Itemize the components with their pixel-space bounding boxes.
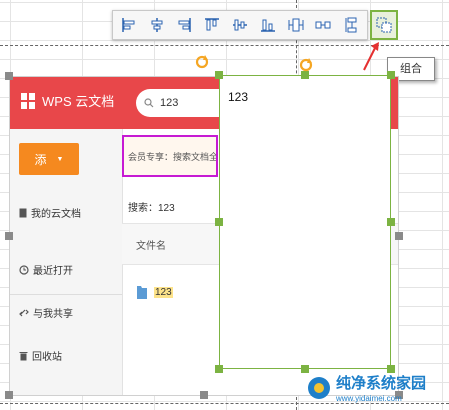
promo-text: 会员专享：搜索文档全文 bbox=[128, 151, 218, 162]
textbox-text: 123 bbox=[228, 90, 249, 104]
file-row[interactable]: 123 bbox=[136, 284, 173, 300]
sidebar-item-label: 回收站 bbox=[32, 352, 62, 363]
wps-logo-icon bbox=[21, 92, 35, 109]
page-break-horizontal-bottom bbox=[0, 403, 449, 404]
distribute-vertical-button[interactable] bbox=[311, 13, 335, 37]
resize-handle[interactable] bbox=[215, 71, 223, 79]
resize-handle[interactable] bbox=[200, 391, 208, 399]
file-name: 123 bbox=[154, 286, 173, 298]
new-button-label: 添 bbox=[34, 152, 47, 167]
new-button[interactable]: 添 ▼ bbox=[19, 143, 79, 175]
resize-handle[interactable] bbox=[387, 71, 395, 79]
search-result-label: 搜索：123 bbox=[128, 203, 175, 214]
document-icon bbox=[19, 208, 27, 217]
sidebar-item-label: 最近打开 bbox=[33, 266, 73, 277]
resize-handle[interactable] bbox=[301, 71, 309, 79]
red-arrow-icon bbox=[363, 42, 379, 71]
search-icon bbox=[144, 98, 154, 108]
rotate-handle-icon[interactable] bbox=[299, 58, 313, 72]
trash-icon bbox=[19, 351, 28, 360]
member-promo-banner[interactable]: 会员专享：搜索文档全文 bbox=[122, 135, 218, 177]
selected-textbox[interactable]: 123 bbox=[219, 75, 391, 369]
sidebar-item-shared[interactable]: 与我共享 bbox=[19, 305, 73, 320]
align-right-icon bbox=[178, 18, 192, 32]
sidebar-item-recent[interactable]: 最近打开 bbox=[19, 262, 73, 277]
caret-down-icon: ▼ bbox=[56, 155, 64, 163]
align-toolbar bbox=[112, 10, 368, 40]
align-middle-vertical-icon bbox=[233, 19, 248, 31]
sidebar: 添 ▼ 我的云文档 最近打开 与我共享 回收站 bbox=[10, 129, 123, 395]
align-left-button[interactable] bbox=[117, 13, 141, 37]
header-right-edge bbox=[394, 77, 398, 129]
align-right-button[interactable] bbox=[173, 13, 197, 37]
wps-logo: WPS 云文档 bbox=[20, 91, 114, 110]
align-center-horizontal-icon bbox=[151, 18, 163, 32]
align-top-button[interactable] bbox=[200, 13, 224, 37]
resize-handle[interactable] bbox=[5, 72, 13, 80]
watermark-logo: 纯净系统家园 www.yidaimei.com bbox=[306, 372, 426, 403]
align-bottom-button[interactable] bbox=[256, 13, 280, 37]
rotate-handle-icon[interactable] bbox=[195, 55, 209, 69]
align-middle-vertical-button[interactable] bbox=[228, 13, 252, 37]
align-center-horizontal-button[interactable] bbox=[145, 13, 169, 37]
resize-handle[interactable] bbox=[5, 391, 13, 399]
distribute-vertical-button-2[interactable] bbox=[339, 13, 363, 37]
watermark-url: www.yidaimei.com bbox=[336, 394, 402, 403]
align-bottom-icon bbox=[260, 19, 275, 32]
sidebar-item-my-docs[interactable]: 我的云文档 bbox=[19, 205, 81, 220]
sidebar-divider bbox=[10, 294, 122, 295]
link-icon bbox=[19, 309, 29, 316]
resize-handle[interactable] bbox=[215, 365, 223, 373]
column-filename: 文件名 bbox=[136, 241, 166, 252]
sidebar-item-label: 与我共享 bbox=[33, 309, 73, 320]
distribute-horizontal-icon bbox=[288, 18, 304, 32]
folder-icon bbox=[137, 286, 147, 299]
distribute-horizontal-2-icon bbox=[315, 21, 331, 29]
watermark-title: 纯净系统家园 bbox=[336, 375, 427, 392]
resize-handle[interactable] bbox=[387, 218, 395, 226]
resize-handle[interactable] bbox=[5, 232, 13, 240]
logo-text: WPS 云文档 bbox=[42, 94, 115, 109]
search-value: 123 bbox=[160, 97, 179, 109]
sidebar-item-trash[interactable]: 回收站 bbox=[19, 348, 62, 363]
align-top-icon bbox=[205, 18, 220, 31]
watermark-logo-icon bbox=[308, 376, 330, 399]
group-button[interactable] bbox=[370, 10, 398, 40]
resize-handle[interactable] bbox=[395, 232, 403, 240]
resize-handle[interactable] bbox=[215, 218, 223, 226]
group-icon bbox=[376, 17, 392, 33]
sidebar-item-label: 我的云文档 bbox=[31, 209, 81, 220]
clock-icon bbox=[19, 264, 29, 275]
distribute-vertical-icon bbox=[345, 17, 357, 33]
distribute-horizontal-button[interactable] bbox=[284, 13, 308, 37]
align-left-icon bbox=[122, 18, 135, 32]
